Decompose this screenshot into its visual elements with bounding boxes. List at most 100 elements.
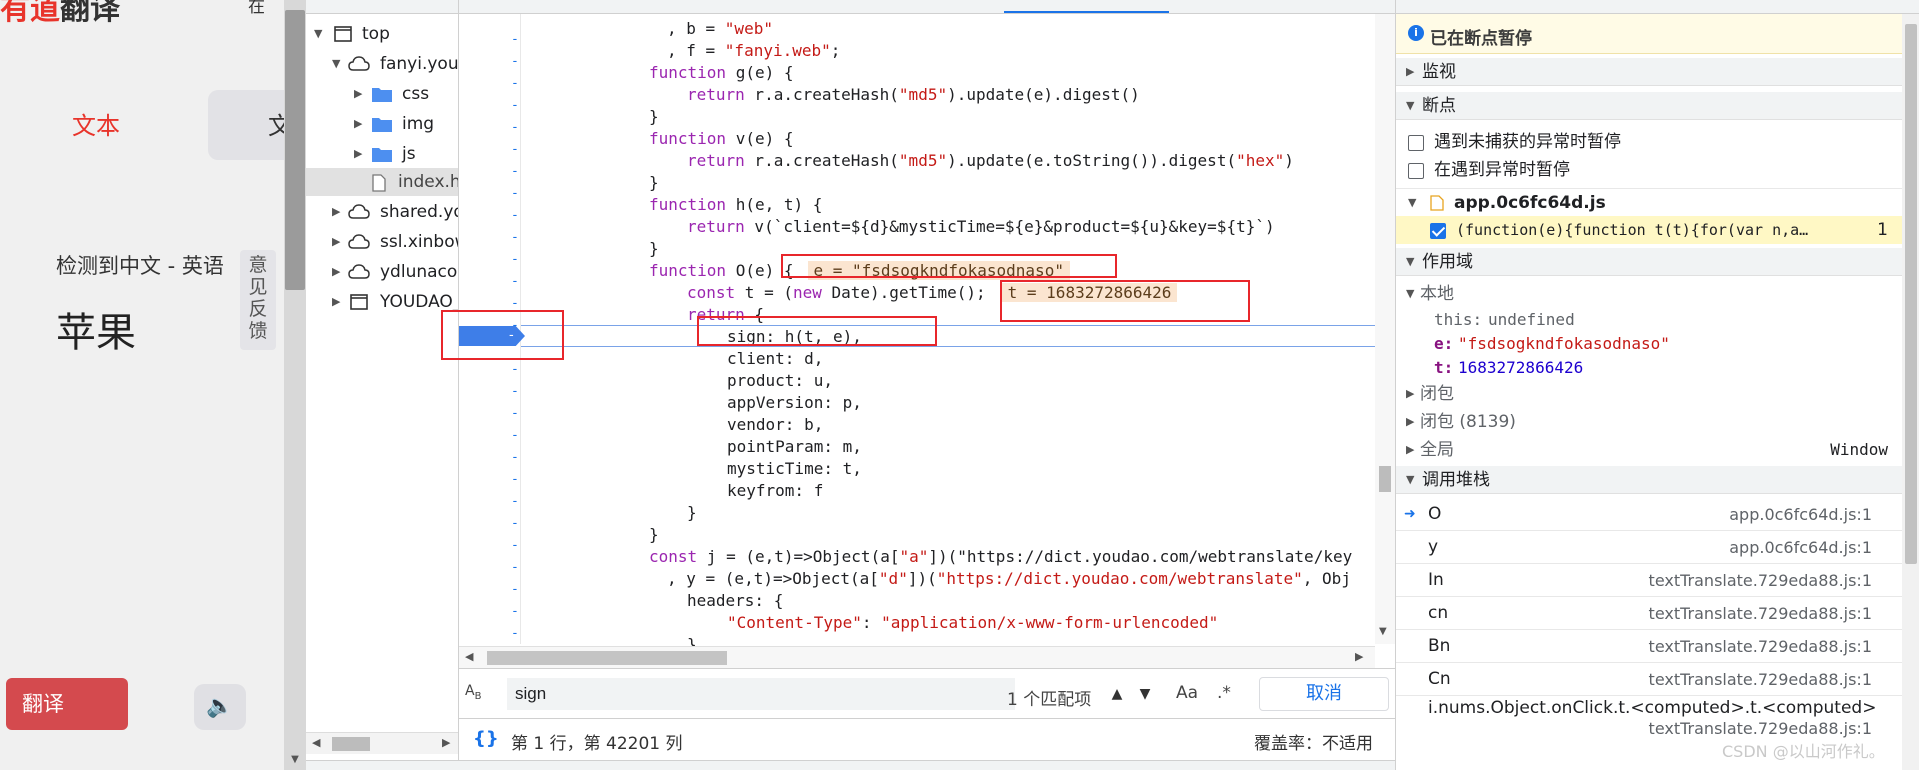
code-line[interactable]: , y = (e,t)=>Object(a["d"])("https://dic…: [667, 568, 1351, 590]
collapsed-icon[interactable]: ▶: [1406, 436, 1414, 464]
gutter-mark[interactable]: -: [511, 76, 519, 91]
tree-item-top[interactable]: ▼ top: [306, 20, 458, 48]
tree-item-fanyi[interactable]: ▼ fanyi.youdao.com: [306, 50, 458, 78]
gutter-mark[interactable]: -: [511, 274, 519, 289]
scroll-left-icon[interactable]: ◀: [465, 650, 473, 663]
gutter-mark[interactable]: -: [511, 252, 519, 267]
tree-item-youdao-frame[interactable]: ▶ YOUDAO_: [306, 288, 458, 316]
pause-caught-checkbox[interactable]: [1408, 163, 1424, 179]
gutter-mark[interactable]: -: [511, 98, 519, 113]
code-line[interactable]: headers: {: [687, 590, 783, 612]
breakpoint-enabled-checkbox[interactable]: [1430, 223, 1446, 239]
scroll-right-icon[interactable]: ▶: [442, 736, 450, 749]
gutter-mark[interactable]: -: [511, 604, 519, 619]
gutter-mark[interactable]: -: [511, 516, 519, 531]
code-line[interactable]: return r.a.createHash("md5").update(e).d…: [687, 84, 1140, 106]
code-line[interactable]: mysticTime: t,: [727, 458, 862, 480]
tree-item-js[interactable]: ▶ js: [306, 140, 458, 168]
section-watch[interactable]: ▶ 监视: [1396, 58, 1902, 86]
gutter-mark[interactable]: -: [511, 296, 519, 311]
gutter-mark[interactable]: -: [511, 406, 519, 421]
tree-item-shared[interactable]: ▶ shared.ydstatic.com: [306, 198, 458, 226]
expanded-icon[interactable]: ▼: [1406, 280, 1414, 308]
gutter-mark[interactable]: -: [511, 54, 519, 69]
expanded-icon[interactable]: ▼: [314, 20, 322, 48]
gutter-mark[interactable]: -: [511, 450, 519, 465]
expanded-icon[interactable]: ▼: [332, 50, 340, 78]
code-line[interactable]: pointParam: m,: [727, 436, 862, 458]
code-line[interactable]: }: [687, 502, 697, 524]
gutter-mark[interactable]: -: [511, 164, 519, 179]
code-line[interactable]: }: [649, 106, 659, 128]
breakpoint-entry[interactable]: (function(e){function t(t){for(var n,a… …: [1396, 216, 1902, 244]
tree-item-css[interactable]: ▶ css: [306, 80, 458, 108]
code-line[interactable]: function h(e, t) {: [649, 194, 822, 216]
collapsed-icon[interactable]: ▶: [332, 198, 340, 226]
code-line[interactable]: keyfrom: f: [727, 480, 823, 502]
collapsed-icon[interactable]: ▶: [354, 140, 362, 168]
gutter-mark[interactable]: -: [511, 208, 519, 223]
pause-uncaught-checkbox[interactable]: [1408, 135, 1424, 151]
tree-item-ydlunacommon[interactable]: ▶ ydlunacommon: [306, 258, 458, 286]
call-frame[interactable]: In textTranslate.729eda88.js:1: [1396, 564, 1902, 597]
gutter-mark[interactable]: -: [511, 32, 519, 47]
gutter-mark[interactable]: -: [511, 560, 519, 575]
expanded-icon[interactable]: ▼: [1408, 189, 1416, 217]
gutter-mark[interactable]: -: [511, 186, 519, 201]
feedback-button[interactable]: 意见反馈: [240, 250, 276, 350]
collapsed-icon[interactable]: ▶: [332, 288, 340, 316]
call-frame-current[interactable]: ➜ O app.0c6fc64d.js:1: [1396, 498, 1902, 531]
pause-caught-option[interactable]: 在遇到异常时暂停: [1396, 156, 1902, 184]
scope-local[interactable]: ▼ 本地: [1396, 280, 1902, 308]
section-breakpoints[interactable]: ▼ 断点: [1396, 92, 1902, 120]
code-line[interactable]: return r.a.createHash("md5").update(e.to…: [687, 150, 1294, 172]
translate-button[interactable]: 翻译: [6, 678, 128, 730]
breakpoint-file[interactable]: ▼ app.0c6fc64d.js: [1396, 188, 1902, 216]
collapsed-icon[interactable]: ▶: [1406, 380, 1414, 408]
replace-toggle-icon[interactable]: AB: [465, 683, 481, 702]
code-line[interactable]: return v(`client=${d}&mysticTime=${e}&pr…: [687, 216, 1275, 238]
gutter-mark[interactable]: -: [511, 120, 519, 135]
code-line[interactable]: function v(e) {: [649, 128, 794, 150]
match-case-toggle[interactable]: Aa: [1176, 683, 1198, 703]
collapsed-icon[interactable]: ▶: [1406, 408, 1414, 436]
pretty-print-icon[interactable]: {}: [473, 728, 499, 749]
search-input[interactable]: [507, 678, 1015, 710]
code-line[interactable]: , f = "fanyi.web";: [667, 40, 840, 62]
debugger-scrollbar[interactable]: [1902, 14, 1919, 770]
gutter-mark[interactable]: -: [511, 428, 519, 443]
gutter-mark[interactable]: -: [511, 494, 519, 509]
speaker-icon[interactable]: 🔈: [194, 684, 246, 730]
tab-text-translate[interactable]: 文本: [46, 106, 146, 141]
code-line[interactable]: }: [649, 238, 659, 260]
editor-horizontal-scrollbar[interactable]: ◀ ▶: [459, 646, 1375, 668]
scroll-down-icon[interactable]: ▼: [284, 754, 306, 765]
gutter-mark[interactable]: -: [511, 538, 519, 553]
scroll-right-icon[interactable]: ▶: [1355, 650, 1363, 663]
pause-uncaught-option[interactable]: 遇到未捕获的异常时暂停: [1396, 128, 1902, 156]
tree-item-ssl-xinbow[interactable]: ▶ ssl.xinbow: [306, 228, 458, 256]
page-scrollbar[interactable]: ▼: [284, 0, 306, 770]
collapsed-icon[interactable]: ▶: [354, 110, 362, 138]
gutter-mark[interactable]: -: [511, 142, 519, 157]
code-line[interactable]: }: [649, 172, 659, 194]
editor-vscroll-thumb[interactable]: [1379, 466, 1391, 492]
section-call-stack[interactable]: ▼ 调用堆栈: [1396, 466, 1902, 494]
tree-item-index-html[interactable]: index.html: [306, 168, 458, 196]
code-line[interactable]: appVersion: p,: [727, 392, 862, 414]
tree-scroll-thumb[interactable]: [332, 737, 370, 751]
tree-item-img[interactable]: ▶ img: [306, 110, 458, 138]
collapsed-icon[interactable]: ▶: [332, 258, 340, 286]
call-frame[interactable]: y app.0c6fc64d.js:1: [1396, 531, 1902, 564]
code-line[interactable]: vendor: b,: [727, 414, 823, 436]
cancel-button[interactable]: 取消: [1259, 677, 1389, 711]
code-line[interactable]: function g(e) {: [649, 62, 794, 84]
gutter-mark[interactable]: -: [511, 582, 519, 597]
page-scroll-thumb[interactable]: [285, 10, 305, 290]
regex-toggle[interactable]: .*: [1217, 683, 1231, 703]
call-frame[interactable]: Bn textTranslate.729eda88.js:1: [1396, 630, 1902, 663]
scope-closure-8139[interactable]: ▶ 闭包 (8139): [1396, 408, 1902, 436]
nav-link-partial[interactable]: 在: [248, 0, 265, 17]
chevron-up-icon[interactable]: ▲: [1103, 679, 1131, 709]
code-line[interactable]: product: u,: [727, 370, 833, 392]
